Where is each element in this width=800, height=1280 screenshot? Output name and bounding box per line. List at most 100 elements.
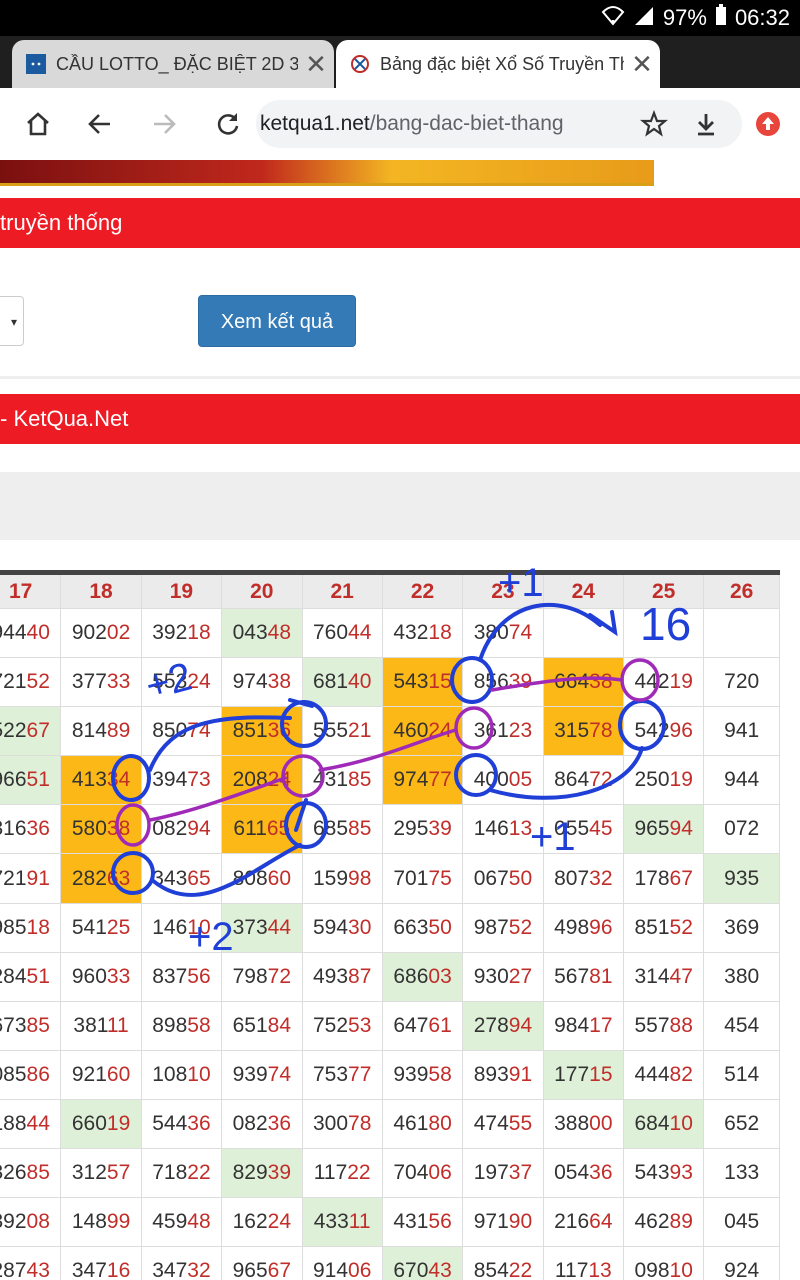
- result-prefix: 522: [0, 719, 27, 743]
- result-cell: 56781: [542, 951, 625, 1002]
- result-prefix: 493: [312, 964, 349, 988]
- result-prefix: 541: [71, 915, 107, 939]
- forward-icon[interactable]: [142, 102, 186, 146]
- result-prefix: 043: [232, 621, 268, 645]
- reload-icon[interactable]: [206, 102, 250, 146]
- result-last-two: 72: [589, 768, 613, 792]
- table-row: 3163658038082946116568585295391461305545…: [0, 804, 780, 855]
- result-last-two: 48: [267, 621, 292, 645]
- result-cell: 43218: [381, 607, 464, 659]
- result-cell: 85422: [462, 1246, 544, 1280]
- update-icon[interactable]: [746, 102, 790, 146]
- table-row: 0858692160108109397475377939588939117715…: [0, 1049, 780, 1100]
- result-prefix: 829: [232, 1161, 268, 1185]
- result-cell: 14899: [60, 1197, 142, 1248]
- result-cell: 17715: [542, 1049, 625, 1100]
- result-last-two: 58: [428, 1062, 452, 1086]
- result-cell: 94440: [0, 607, 62, 659]
- result-cell: 44482: [622, 1049, 705, 1100]
- result-last-two: 85: [26, 1161, 50, 1185]
- result-prefix: 720: [724, 670, 760, 694]
- result-cell: 11722: [301, 1148, 383, 1199]
- tab-cau-lotto[interactable]: CẦU LOTTO_ ĐẶC BIỆT 2D 3D ✕: [12, 40, 334, 88]
- result-cell: 10810: [140, 1049, 223, 1100]
- result-prefix: 985: [0, 915, 27, 939]
- download-icon[interactable]: [684, 102, 728, 146]
- result-prefix: 314: [634, 964, 670, 988]
- table-row: 2874334716347329656791406670438542211713…: [0, 1246, 780, 1280]
- result-prefix: 159: [312, 866, 349, 890]
- result-last-two: 48: [187, 1210, 211, 1234]
- table-row: 2845196033837567987249387686039302756781…: [0, 951, 780, 1002]
- tab-bang-dac-biet[interactable]: Bảng đặc biệt Xổ Số Truyền Thống ✕: [336, 40, 660, 88]
- result-last-two: 67: [669, 866, 693, 890]
- result-cell: 17867: [622, 853, 705, 904]
- result-prefix: 721: [0, 670, 27, 694]
- result-last-two: 94: [187, 817, 211, 841]
- back-icon[interactable]: [78, 102, 122, 146]
- result-prefix: 347: [71, 1259, 107, 1280]
- result-prefix: 580: [71, 817, 107, 841]
- result-prefix: 965: [634, 817, 670, 841]
- result-cell: 38074: [462, 607, 544, 659]
- result-cell: 66438: [542, 657, 625, 708]
- result-prefix: 914: [312, 1259, 349, 1280]
- result-cell: 11713: [542, 1246, 625, 1280]
- result-last-two: 25: [106, 915, 131, 939]
- result-cell: 76044: [301, 607, 383, 659]
- day-column-header: 26: [703, 570, 780, 609]
- day-column-header: 18: [60, 570, 142, 609]
- result-cell: 85639: [462, 657, 544, 708]
- result-prefix: 433: [313, 1210, 349, 1234]
- result-last-two: 02: [106, 621, 131, 645]
- result-prefix: 939: [393, 1062, 429, 1086]
- close-tab-icon[interactable]: ✕: [298, 49, 334, 80]
- result-last-two: 18: [26, 915, 50, 939]
- result-last-two: 39: [267, 1161, 292, 1185]
- view-results-button[interactable]: Xem kết quả: [198, 295, 356, 347]
- bookmark-star-icon[interactable]: [632, 102, 676, 146]
- month-select[interactable]: ▾: [0, 296, 24, 346]
- ad-banner[interactable]: [0, 160, 654, 186]
- result-cell: 37733: [60, 657, 142, 708]
- result-last-two: 34: [106, 768, 131, 792]
- result-cell: 30078: [301, 1098, 383, 1150]
- result-cell: 80732: [542, 853, 625, 904]
- result-prefix: 893: [473, 1062, 509, 1086]
- result-prefix: 431: [393, 1210, 429, 1234]
- result-prefix: 971: [473, 1210, 509, 1234]
- result-last-two: 91: [26, 866, 50, 890]
- result-cell: 941: [703, 706, 780, 757]
- result-cell: 75377: [301, 1049, 383, 1100]
- result-prefix: 082: [152, 817, 188, 841]
- result-prefix: 474: [473, 1111, 509, 1135]
- result-last-two: 05: [508, 768, 533, 792]
- result-last-two: 44: [348, 621, 372, 645]
- result-last-two: 44: [267, 915, 292, 939]
- result-prefix: 944: [724, 768, 760, 792]
- browser-toolbar: ketqua1.net/bang-dac-biet-thang: [0, 88, 800, 160]
- result-prefix: 760: [312, 621, 349, 645]
- result-prefix: 442: [634, 670, 670, 694]
- tab-title: Bảng đặc biệt Xổ Số Truyền Thống: [380, 53, 624, 74]
- result-last-two: 36: [589, 1161, 613, 1185]
- result-last-two: 33: [106, 670, 131, 694]
- result-prefix: 854: [473, 1259, 509, 1280]
- result-prefix: 178: [634, 866, 670, 890]
- result-cell: 14613: [462, 804, 544, 855]
- result-cell: 06750: [462, 853, 544, 904]
- result-cell: 29539: [381, 804, 464, 855]
- result-last-two: 65: [187, 866, 211, 890]
- page-content: truyền thống ▾ Xem kết quả - KetQua.Net …: [0, 160, 800, 1280]
- result-cell: [542, 607, 625, 659]
- close-tab-icon[interactable]: ✕: [624, 49, 660, 80]
- result-cell: 08236: [221, 1098, 303, 1150]
- result-cell: 83756: [140, 951, 223, 1002]
- result-last-two: 24: [267, 1210, 292, 1234]
- result-cell: 072: [703, 804, 780, 855]
- result-cell: 68410: [622, 1098, 705, 1150]
- result-prefix: 544: [152, 1111, 188, 1135]
- result-last-two: 47: [669, 964, 693, 988]
- home-icon[interactable]: [16, 102, 60, 146]
- result-cell: 64761: [381, 1000, 464, 1051]
